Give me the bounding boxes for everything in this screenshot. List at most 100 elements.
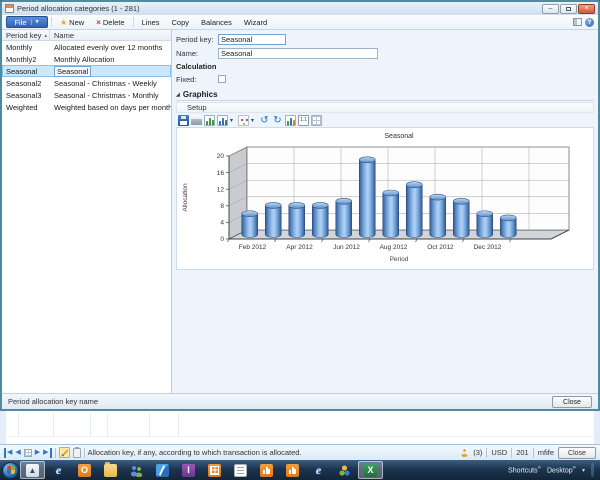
help-icon[interactable]: ?	[585, 17, 594, 27]
wizard-button[interactable]: Wizard	[239, 16, 272, 28]
sessions-icon[interactable]	[460, 448, 470, 457]
title-bar[interactable]: Period allocation categories (1 - 281) –…	[2, 2, 598, 15]
column-header-period-key[interactable]: Period key ▲	[2, 30, 50, 40]
grid-row-monthly2[interactable]: Monthly2 Monthly Allocation	[2, 53, 171, 65]
fixed-checkbox[interactable]	[218, 75, 226, 83]
svg-text:20: 20	[217, 153, 225, 160]
user-indicator[interactable]: mfife	[538, 448, 554, 457]
internet-explorer-2-icon: e	[315, 462, 322, 477]
taskbar-item-internet-explorer[interactable]: e	[46, 461, 71, 479]
rotate-icon[interactable]	[259, 115, 270, 126]
taskbar-item-outlook[interactable]: O	[72, 461, 97, 479]
taskbar-grip[interactable]	[591, 463, 594, 477]
internet-explorer-icon: e	[55, 462, 62, 477]
allocation-chart: 0 4 8 12 16 20 Feb 2012 Apr 2012 Jun 2012 Aug 201…	[176, 127, 594, 270]
divider	[532, 447, 534, 458]
taskbar-item-folder[interactable]	[98, 461, 123, 479]
svg-text:Dec 2012: Dec 2012	[474, 244, 502, 251]
file-menu-button[interactable]: File ▼	[6, 16, 48, 28]
clipboard-icon[interactable]	[72, 446, 81, 458]
new-button[interactable]: ★ New	[55, 16, 89, 28]
name-field[interactable]	[218, 47, 378, 59]
currency-indicator[interactable]: USD	[491, 448, 507, 457]
divider	[54, 447, 56, 458]
taskbar-item-dynamics-app-2[interactable]	[280, 461, 305, 479]
previous-record-icon[interactable]	[15, 448, 20, 458]
delete-button[interactable]: × Delete	[91, 16, 129, 28]
window-close-button[interactable]: Close	[552, 395, 592, 408]
taskbar-item-dynamics-app[interactable]	[254, 461, 279, 479]
grid-row-seasonal2[interactable]: Seasonal2 Seasonal - Christmas - Weekly	[2, 77, 171, 89]
name-cell-editor[interactable]: Seasonal	[54, 65, 92, 77]
taskbar-item-dynamics-ax[interactable]: ▲	[20, 461, 45, 479]
save-icon[interactable]	[178, 114, 189, 126]
infopath-icon: I	[182, 463, 195, 477]
taskbar-item-excel[interactable]: X	[358, 461, 383, 479]
chevron-icon: »	[537, 465, 541, 472]
taskbar-item-grid-app[interactable]	[202, 461, 227, 479]
chevron-down-icon[interactable]: ▾	[582, 467, 585, 474]
taskbar-item-document[interactable]	[228, 461, 253, 479]
print-icon[interactable]	[191, 114, 202, 126]
delete-x-icon: ×	[96, 17, 101, 27]
grid-row-seasonal3[interactable]: Seasonal3 Seasonal - Christmas - Monthly	[2, 89, 171, 101]
grid-toggle-icon[interactable]	[311, 114, 322, 126]
first-record-icon[interactable]	[4, 447, 12, 458]
calculation-heading: Calculation	[176, 62, 217, 71]
setup-menu[interactable]: Setup	[176, 102, 594, 113]
divider	[178, 413, 179, 436]
taskbar-item-contacts[interactable]	[124, 461, 149, 479]
period-key-label: Period key:	[176, 34, 214, 44]
period-key-field[interactable]	[218, 33, 286, 45]
svg-text:Oct 2012: Oct 2012	[427, 244, 454, 251]
column-header-name[interactable]: Name	[50, 30, 171, 40]
taskbar-item-mappoint[interactable]	[150, 461, 175, 479]
svg-text:4: 4	[220, 220, 224, 227]
taskbar-item-internet-explorer-2[interactable]: e	[306, 461, 331, 479]
lines-button[interactable]: Lines	[137, 16, 165, 28]
close-button[interactable]: ×	[578, 3, 595, 14]
period-allocation-window: Period allocation categories (1 - 281) –…	[0, 0, 600, 412]
taskbar: ▲ e O Ie X Shortcuts» Desktop» ▾	[0, 460, 600, 480]
msn-icon	[338, 463, 351, 477]
axis-format-icon[interactable]	[298, 114, 309, 126]
svg-text:8: 8	[220, 203, 224, 210]
graphics-group-header[interactable]: ◢ Graphics	[176, 90, 594, 101]
taskbar-item-infopath[interactable]: I	[176, 461, 201, 479]
chart-copy-icon[interactable]	[204, 114, 215, 126]
copy-button[interactable]: Copy	[166, 16, 194, 28]
statusbar-close-button[interactable]: Close	[558, 446, 596, 459]
outlook-icon: O	[78, 463, 91, 477]
edit-pencil-icon[interactable]	[58, 447, 70, 458]
balances-button[interactable]: Balances	[196, 16, 237, 28]
minimize-button[interactable]: –	[542, 3, 559, 14]
shortcuts-toolbar[interactable]: Shortcuts»	[508, 465, 541, 474]
palette-caret[interactable]	[251, 117, 257, 124]
divider	[149, 413, 150, 436]
layout-icon[interactable]	[573, 18, 582, 26]
background-window	[0, 411, 600, 444]
next-record-icon[interactable]	[35, 448, 40, 458]
refresh-3d-icon[interactable]	[272, 115, 283, 126]
maximize-button[interactable]	[560, 3, 577, 14]
expander-icon[interactable]: ◢	[176, 92, 180, 98]
grid-app-icon	[208, 463, 221, 477]
grid-row-weighted[interactable]: Weighted Weighted based on days per month	[2, 101, 171, 113]
chart-type-caret[interactable]	[230, 117, 236, 124]
last-record-icon[interactable]	[43, 447, 52, 458]
grid-view-icon[interactable]	[23, 448, 32, 457]
taskbar-item-msn[interactable]	[332, 461, 357, 479]
chart-wizard-icon[interactable]	[285, 114, 296, 126]
table-icon	[5, 4, 14, 13]
grid-header[interactable]: Period key ▲ Name	[2, 30, 171, 41]
svg-text:Feb 2012: Feb 2012	[239, 244, 267, 251]
company-indicator[interactable]: 201	[516, 448, 529, 457]
desktop-toolbar[interactable]: Desktop»	[547, 465, 576, 474]
chart-type-icon[interactable]	[217, 114, 228, 126]
palette-icon[interactable]	[238, 114, 249, 126]
grid-row-monthly[interactable]: Monthly Allocated evenly over 12 months	[2, 41, 171, 53]
divider	[51, 17, 52, 27]
start-button[interactable]	[2, 461, 19, 479]
dynamics-app-2-icon	[286, 463, 299, 477]
grid-row-seasonal[interactable]: Seasonal Seasonal	[2, 65, 171, 77]
